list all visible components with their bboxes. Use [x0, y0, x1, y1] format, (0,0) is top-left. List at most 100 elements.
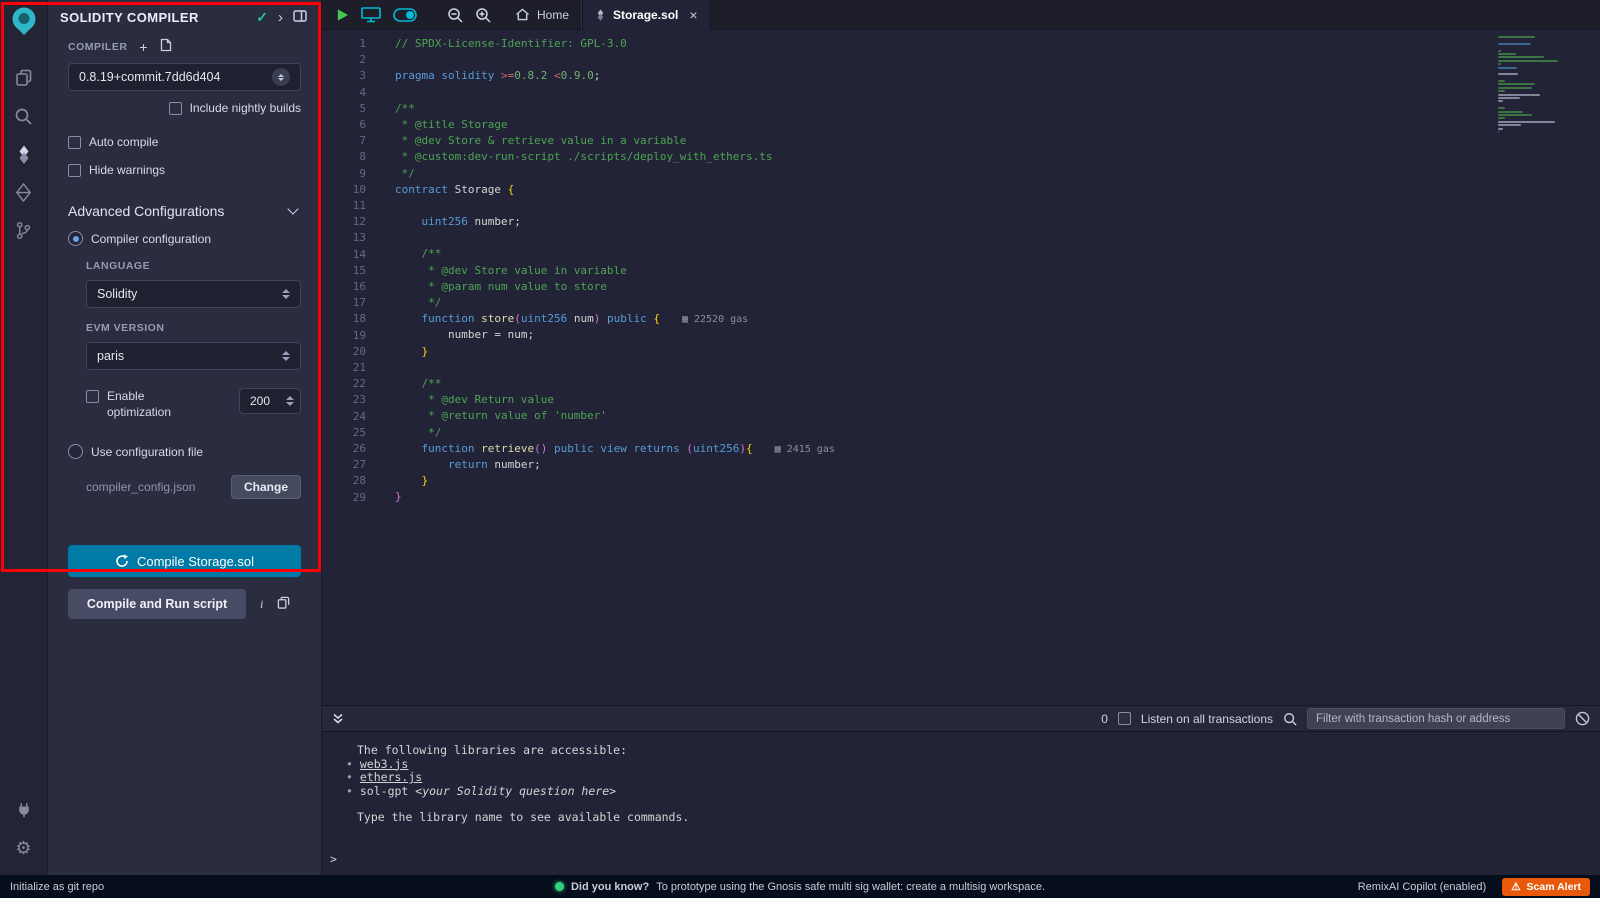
compiler-version-select[interactable]: 0.8.19+commit.7dd6d404 [68, 63, 301, 91]
compiler-configuration-radio-row[interactable]: Compiler configuration [68, 231, 301, 246]
terminal-prompt[interactable]: > [330, 853, 1600, 867]
minimap[interactable] [1498, 36, 1568, 134]
listen-transactions-label: Listen on all transactions [1141, 712, 1273, 726]
theme-toggle-icon[interactable] [393, 8, 417, 22]
use-configuration-file-radio-row[interactable]: Use configuration file [68, 444, 301, 459]
version-spinner-icon [272, 68, 290, 86]
hide-warnings-checkbox[interactable] [68, 164, 81, 177]
file-explorer-icon[interactable] [0, 59, 48, 97]
terminal-search-icon[interactable] [1283, 712, 1297, 726]
zoom-in-icon[interactable] [475, 7, 491, 23]
expand-terminal-icon[interactable] [332, 713, 344, 725]
tab-storage-sol[interactable]: Storage.sol × [582, 0, 711, 30]
code-line[interactable]: return number; [395, 457, 1600, 473]
code-line[interactable]: */ [395, 295, 1600, 311]
code-line[interactable] [395, 85, 1600, 101]
solidity-compiler-icon[interactable] [0, 135, 48, 173]
config-filename: compiler_config.json [86, 480, 195, 494]
code-line[interactable]: } [395, 489, 1600, 505]
evm-version-value: paris [97, 349, 124, 363]
code-line[interactable]: * @title Storage [395, 117, 1600, 133]
code-line[interactable]: * @param num value to store [395, 279, 1600, 295]
code-line[interactable]: * @dev Return value [395, 392, 1600, 408]
code-line[interactable]: * @dev Store value in variable [395, 263, 1600, 279]
run-script-play-icon[interactable] [336, 8, 349, 22]
code-line[interactable] [395, 52, 1600, 68]
close-tab-icon[interactable]: × [689, 7, 697, 23]
solgpt-hint: <your Solidity question here> [415, 784, 616, 798]
code-line[interactable]: /** [395, 376, 1600, 392]
code-line[interactable]: /** [395, 246, 1600, 262]
code-line[interactable]: */ [395, 166, 1600, 182]
web3-link[interactable]: web3.js [360, 757, 408, 771]
advanced-configurations-toggle[interactable]: Advanced Configurations [68, 203, 301, 219]
remix-logo-icon[interactable] [10, 6, 38, 41]
code-line[interactable]: } [395, 344, 1600, 360]
listen-transactions-checkbox[interactable] [1118, 712, 1131, 725]
enable-optimization-checkbox[interactable] [86, 390, 99, 403]
terminal-lib-item: • web3.js [330, 758, 1600, 772]
open-file-icon[interactable] [160, 38, 172, 55]
terminal-header: 0 Listen on all transactions [322, 705, 1600, 732]
code-line[interactable] [395, 360, 1600, 376]
evm-version-select[interactable]: paris [86, 342, 301, 370]
compile-button[interactable]: Compile Storage.sol [68, 545, 301, 577]
deploy-and-run-icon[interactable] [0, 173, 48, 211]
code-line[interactable]: // SPDX-License-Identifier: GPL-3.0 [395, 36, 1600, 52]
copilot-status[interactable]: RemixAI Copilot (enabled) [1358, 881, 1486, 893]
include-nightly-row[interactable]: Include nightly builds [68, 101, 301, 115]
copy-icon[interactable] [277, 596, 290, 612]
change-config-button[interactable]: Change [231, 475, 301, 499]
main-area: Home Storage.sol × 123456789101112131415… [322, 0, 1600, 875]
scam-alert-badge[interactable]: ⚠ Scam Alert [1502, 878, 1590, 896]
info-icon[interactable]: i [260, 597, 263, 612]
code-line[interactable] [395, 230, 1600, 246]
code-line[interactable]: */ [395, 425, 1600, 441]
code-line[interactable]: function retrieve() public view returns … [395, 441, 1600, 457]
refresh-icon [115, 554, 129, 568]
code-line[interactable]: uint256 number; [395, 214, 1600, 230]
hide-warnings-row[interactable]: Hide warnings [68, 163, 301, 177]
code-line[interactable]: * @return value of 'number' [395, 408, 1600, 424]
terminal-toggle-icon[interactable] [361, 7, 381, 23]
code-lines[interactable]: // SPDX-License-Identifier: GPL-3.0 pragm… [380, 30, 1600, 705]
settings-gear-icon[interactable]: ⚙ [0, 829, 48, 867]
code-line[interactable]: contract Storage { [395, 182, 1600, 198]
add-compiler-icon[interactable]: + [139, 39, 147, 55]
clear-terminal-icon[interactable] [1575, 711, 1590, 726]
minimap-line [1498, 114, 1532, 116]
compile-and-run-button[interactable]: Compile and Run script [68, 589, 246, 619]
optimization-runs-input[interactable]: 200 [239, 388, 301, 414]
git-init-button[interactable]: Initialize as git repo [10, 881, 104, 893]
minimap-line [1498, 107, 1505, 109]
code-line[interactable]: pragma solidity >=0.8.2 <0.9.0; [395, 68, 1600, 84]
scam-alert-label: Scam Alert [1527, 881, 1581, 893]
code-line[interactable]: * @dev Store & retrieve value in a varia… [395, 133, 1600, 149]
auto-compile-checkbox[interactable] [68, 136, 81, 149]
tab-home[interactable]: Home [503, 0, 581, 30]
code-line[interactable]: /** [395, 101, 1600, 117]
plugin-manager-icon[interactable] [0, 791, 48, 829]
compiler-configuration-radio[interactable] [68, 231, 83, 246]
use-configuration-file-radio[interactable] [68, 444, 83, 459]
zoom-out-icon[interactable] [447, 7, 463, 23]
tab-storage-sol-label: Storage.sol [613, 8, 678, 22]
code-line[interactable]: } [395, 473, 1600, 489]
code-line[interactable]: function store(uint256 num) public {▦ 22… [395, 311, 1600, 327]
git-icon[interactable] [0, 211, 48, 249]
ethers-link[interactable]: ethers.js [360, 770, 422, 784]
transaction-count: 0 [1101, 712, 1108, 726]
code-line[interactable] [395, 198, 1600, 214]
terminal-output[interactable]: The following libraries are accessible: … [322, 732, 1600, 875]
transaction-filter-input[interactable] [1307, 708, 1565, 729]
code-line[interactable]: number = num; [395, 327, 1600, 343]
search-icon[interactable] [0, 97, 48, 135]
include-nightly-checkbox[interactable] [169, 102, 182, 115]
code-editor[interactable]: 1234567891011121314151617181920212223242… [322, 30, 1600, 705]
pin-panel-icon[interactable] [293, 10, 307, 25]
auto-compile-row[interactable]: Auto compile [68, 135, 301, 149]
chevron-right-icon[interactable]: › [278, 9, 283, 26]
minimap-line [1498, 131, 1499, 133]
language-select[interactable]: Solidity [86, 280, 301, 308]
code-line[interactable]: * @custom:dev-run-script ./scripts/deplo… [395, 149, 1600, 165]
